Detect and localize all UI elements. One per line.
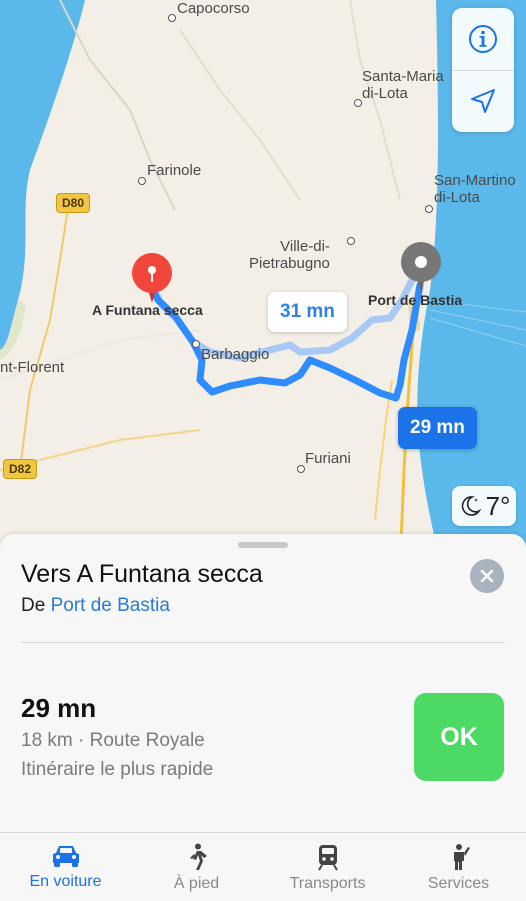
- place-dot: [354, 99, 362, 107]
- place-santa-maria: Santa-Maria di-Lota: [362, 68, 444, 102]
- weather-widget: 7°: [452, 486, 516, 526]
- route-bubble-alternative[interactable]: 31 mn: [268, 292, 347, 332]
- current-location-button[interactable]: [452, 70, 514, 132]
- place-dot: [297, 465, 305, 473]
- place-ville-di-pietrabugno: Ville-di- Pietrabugno: [249, 238, 330, 272]
- tab-transit-label: Transports: [289, 875, 366, 892]
- ride-services-icon: [453, 844, 470, 870]
- ok-button[interactable]: OK: [414, 693, 504, 781]
- place-dot: [168, 14, 176, 22]
- route-note: Itinéraire le plus rapide: [21, 759, 214, 780]
- tab-car-label: En voiture: [29, 873, 102, 890]
- route-bubble-selected[interactable]: 29 mn: [398, 407, 477, 449]
- origin-link[interactable]: Port de Bastia: [51, 595, 170, 616]
- road-badge-d80: D80: [56, 193, 91, 213]
- sheet-grabber[interactable]: [238, 542, 288, 548]
- place-barbaggio: Barbaggio: [201, 346, 270, 363]
- tab-transit[interactable]: Transports: [262, 833, 393, 901]
- destination-title: Vers A Funtana secca: [21, 560, 263, 588]
- route-duration: 29 mn: [21, 693, 97, 723]
- place-dot: [138, 177, 146, 185]
- place-dot: [347, 237, 355, 245]
- tab-ride-services[interactable]: Services: [393, 833, 524, 901]
- location-arrow-icon: [471, 89, 495, 113]
- map-view[interactable]: Capocorso Santa-Maria di-Lota Farinole S…: [0, 0, 526, 560]
- destination-pin-icon[interactable]: [131, 253, 173, 305]
- tab-car[interactable]: En voiture: [0, 833, 131, 901]
- route-sheet: Vers A Funtana secca De Port de Bastia 2…: [0, 534, 526, 834]
- place-port-de-bastia[interactable]: Port de Bastia: [368, 292, 462, 309]
- map-controls: [452, 8, 514, 132]
- info-button[interactable]: [452, 8, 514, 71]
- origin-prefix: De: [21, 595, 46, 616]
- place-dot: [192, 340, 200, 348]
- info-icon: [469, 25, 497, 53]
- origin-row: De Port de Bastia: [21, 595, 170, 617]
- car-icon: [52, 846, 79, 867]
- place-dot: [425, 205, 433, 213]
- tab-walk-label: À pied: [173, 875, 220, 892]
- origin-pin-icon[interactable]: [400, 242, 442, 294]
- divider: [21, 642, 505, 643]
- tab-ride-services-label: Services: [427, 875, 490, 892]
- close-button[interactable]: [470, 559, 504, 593]
- map-base-layer: [0, 0, 526, 560]
- place-san-martino: San-Martino di-Lota: [434, 172, 516, 206]
- tab-walk[interactable]: À pied: [131, 833, 262, 901]
- road-badge-d82: D82: [3, 459, 38, 479]
- train-icon: [317, 845, 338, 871]
- place-farinole: Farinole: [147, 162, 202, 179]
- close-icon: [480, 569, 494, 583]
- walking-icon: [189, 843, 207, 870]
- temperature: 7°: [485, 490, 511, 521]
- place-saint-florent: nt-Florent: [0, 359, 65, 376]
- place-furiani: Furiani: [305, 450, 351, 467]
- moon-icon: [461, 496, 481, 516]
- route-detail: 18 km · Route Royale: [21, 730, 205, 751]
- place-capocorso: Capocorso: [177, 0, 250, 17]
- transport-tab-bar: En voiture À pied Transports Services: [0, 832, 526, 901]
